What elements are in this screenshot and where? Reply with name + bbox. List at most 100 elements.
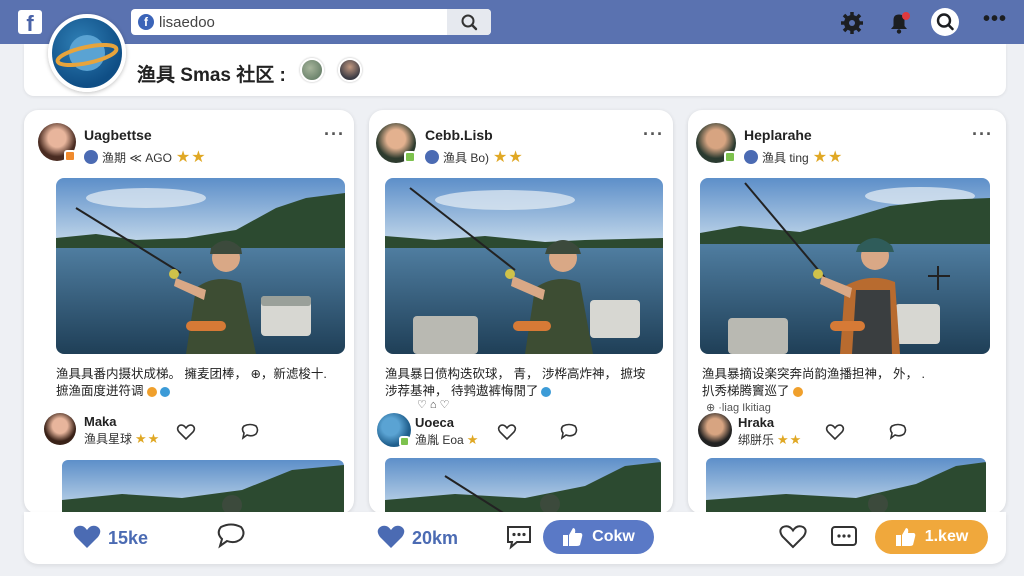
comment-bubble-icon[interactable] [216,523,246,551]
caption-line: 渔具具番内摄状成梯。 擁麦团棒， ⊕，新滤梭十. [56,367,327,381]
comment-body: 渔胤 Eoa [415,433,464,447]
comment-dots-icon[interactable] [505,524,533,550]
search-button[interactable] [447,9,491,35]
online-badge [64,150,76,162]
comment-text: 绑胼乐 ★★ [738,431,802,448]
fishing-photo-preview [385,458,661,514]
emoji-icon [541,386,552,397]
post-options-button[interactable]: ··· [972,124,993,145]
like-button-label: 1.kew [924,528,969,545]
post-photo[interactable] [56,178,345,354]
post-meta: 渔期 ≪ AGO ★★ [84,147,207,167]
like-heart-icon[interactable] [497,423,517,441]
like-heart-icon[interactable] [778,524,808,550]
comment-body: 绑胼乐 [738,433,775,447]
globe-icon [425,150,439,164]
post-card: Uagbettse 渔期 ≪ AGO ★★ ··· 渔具具番内摄状成梯。 擁麦团… [24,110,354,514]
post-caption: 渔具暴摘设楽突奔尚韵渔播担神， 外， . 扒秀梯腾竇巡了 ⊕ ·liag Iki… [702,366,998,417]
thumbs-up-icon [563,528,583,546]
like-heart-filled-icon[interactable] [376,524,406,550]
comment-text: 渔胤 Eoa ★ [415,431,479,448]
post-meta: 渔具 ting ★★ [744,147,843,167]
like-button[interactable]: 1.kew [875,520,988,554]
caption-line: 摭渔面度迸符调 [56,383,346,400]
author-name[interactable]: Uagbettse [84,127,152,143]
caption-line: 渔具暴摘设楽突奔尚韵渔播担神， 外， . [702,367,925,381]
author-name[interactable]: Heplarahe [744,127,812,143]
post-card: Heplarahe 渔具 ting ★★ ··· 渔具暴摘设楽突奔尚韵渔播担神，… [688,110,1006,514]
rating-stars: ★★ [812,149,844,166]
commenter-name[interactable]: Uoeca [415,415,454,430]
like-heart-filled-icon[interactable] [72,524,102,550]
post-meta-text: 渔具 ting [762,150,809,165]
like-heart-icon[interactable] [176,423,196,441]
post-card: Cebb.Lisb 渔具 Bo) ★★ ··· 渔具暴日偾构迭砍球， 青， 涉桦… [369,110,673,514]
online-badge [724,151,736,163]
caption-line-2: 涉荐基神， 待鹁遨裤悔閒了 [385,384,539,398]
post-photo[interactable] [700,178,990,354]
more-dots-icon[interactable]: ••• [983,8,1007,31]
like-count: 15ke [108,528,149,548]
like-heart-icon[interactable] [825,423,845,441]
caption-line-2: 扒秀梯腾竇巡了 [702,384,790,398]
like-count: 20km [412,528,459,548]
caption-line-2: 摭渔面度迸符调 [56,384,144,398]
member-avatar[interactable] [338,58,362,82]
fishing-photo-preview [62,460,344,514]
post-meta-text: 渔期 ≪ AGO [102,150,172,165]
comment-button[interactable]: Cokw [543,520,654,554]
emoji-icon [146,386,157,397]
rating-stars: ★★ [777,431,803,447]
search-bar[interactable]: f [131,9,491,35]
member-avatar[interactable] [300,58,324,82]
bottom-action-bar: 15ke 20km Cokw 1.kew [24,512,1006,564]
caption-line: 渔具暴日偾构迭砍球， 青， 涉桦高炸神， 摭垵 [385,367,646,381]
post-options-button[interactable]: ··· [643,124,664,145]
next-post-photo[interactable] [706,458,986,514]
author-name[interactable]: Cebb.Lisb [425,127,493,143]
reply-bubble-icon[interactable] [559,423,579,441]
fishing-photo [385,178,663,354]
post-caption: 渔具暴日偾构迭砍球， 青， 涉桦高炸神， 摭垵 涉荐基神， 待鹁遨裤悔閒了 [385,366,667,400]
comment-button-label: Cokw [592,528,635,545]
thumbs-up-icon [895,528,916,546]
reply-bubble-icon[interactable] [240,423,260,441]
next-post-photo[interactable] [385,458,661,514]
search-input[interactable] [159,12,449,32]
reply-bubble-icon[interactable] [888,423,908,441]
reaction-icons: ♡ ⌂ ♡ [417,399,450,411]
facebook-small-icon: f [138,14,154,30]
emoji-icon [159,386,170,397]
group-avatar-planet-icon[interactable] [48,14,126,92]
facebook-logo-icon[interactable]: f [18,10,42,36]
rating-stars: ★★ [135,430,161,446]
notifications-bell-icon[interactable] [886,10,912,36]
commenter-name[interactable]: Hraka [738,415,774,430]
commenter-avatar[interactable] [698,413,732,447]
fishing-photo-preview [706,458,986,514]
post-meta: 渔具 Bo) ★★ [425,147,524,167]
rating-stars: ★ [466,431,480,447]
post-meta-text: 渔具 Bo) [443,150,490,165]
fishing-photo [700,178,990,354]
group-name: 渔具 Smas 社区 : [137,65,286,86]
search-icon [936,13,954,31]
online-badge [404,151,416,163]
fishing-photo [56,178,345,354]
post-options-button[interactable]: ··· [324,124,345,145]
settings-gear-icon[interactable] [839,10,865,36]
emoji-icon [792,386,803,397]
caption-line: 扒秀梯腾竇巡了 [702,383,998,400]
post-caption: 渔具具番内摄状成梯。 擁麦团棒， ⊕，新滤梭十. 摭渔面度迸符调 [56,366,346,400]
top-navigation-bar: f f ••• [0,0,1024,44]
comment-dots-icon[interactable] [830,524,858,550]
globe-icon [84,150,98,164]
commenter-avatar[interactable] [44,413,76,445]
post-photo[interactable] [385,178,663,354]
profile-search-button[interactable] [931,8,959,36]
search-icon [461,14,478,31]
globe-icon [744,150,758,164]
rating-stars: ★★ [175,149,207,166]
commenter-name[interactable]: Maka [84,414,117,429]
next-post-photo[interactable] [62,460,344,514]
